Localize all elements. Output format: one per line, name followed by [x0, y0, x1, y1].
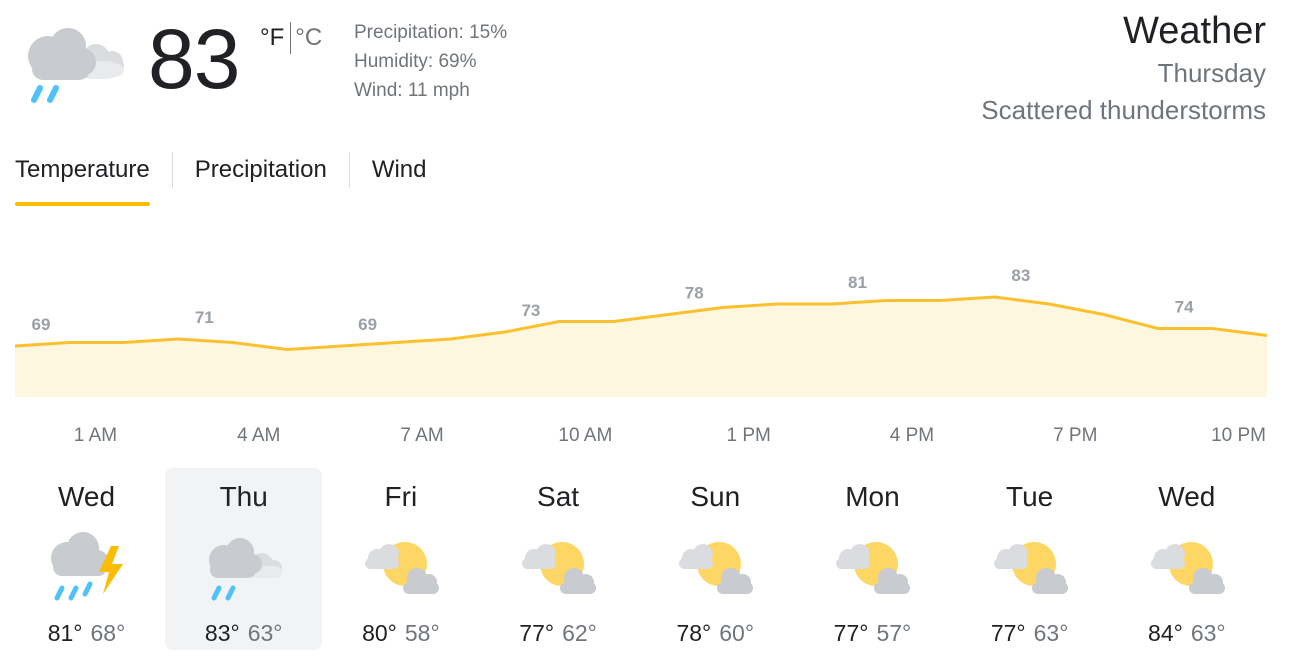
day-temps: 78° 60°	[637, 618, 794, 648]
data-label: 69	[32, 315, 51, 334]
x-tick-label: 10 PM	[1211, 425, 1266, 446]
x-tick-label: 1 AM	[74, 425, 117, 446]
tab-divider	[348, 152, 350, 188]
day-temps: 83° 63°	[165, 618, 322, 648]
weather-summary: Weather Thursday Scattered thunderstorms	[981, 8, 1266, 128]
weather-title: Weather	[1123, 10, 1266, 52]
forecast-day[interactable]: Sat 77° 62°	[480, 468, 637, 650]
high-temp: 77°	[990, 620, 1026, 646]
day-name: Wed	[1158, 481, 1216, 512]
forecast-day[interactable]: Sun 78° 60°	[637, 468, 794, 650]
day-temps: 80° 58°	[322, 618, 479, 648]
x-tick-label: 7 PM	[1053, 425, 1097, 446]
high-temp: 83°	[204, 620, 240, 646]
celsius-button[interactable]: °C	[295, 22, 322, 54]
tab-precipitation[interactable]: Precipitation	[195, 150, 327, 206]
high-temp: 78°	[676, 620, 712, 646]
low-temp: 63°	[247, 620, 283, 646]
day-temps: 77° 62°	[480, 618, 637, 648]
x-tick-label: 10 AM	[558, 425, 612, 446]
rain-cloud-icon	[28, 28, 124, 103]
tab-divider	[171, 152, 173, 188]
data-label: 69	[358, 315, 377, 334]
partly-cloudy-icon	[679, 542, 754, 594]
daily-forecast: Wed 81° 68° Thu 83° 63° Fri 80° 58° Sat …	[8, 468, 1284, 654]
day-name: Mon	[845, 481, 900, 512]
forecast-day[interactable]: Mon 77° 57°	[794, 468, 951, 650]
weather-day: Thursday	[1157, 58, 1266, 88]
high-temp: 77°	[833, 620, 869, 646]
forecast-day[interactable]: Fri 80° 58°	[322, 468, 479, 650]
partly-cloudy-icon	[364, 542, 439, 594]
rain-cloud-icon	[208, 538, 282, 601]
data-label: 78	[685, 284, 704, 303]
high-temp: 77°	[519, 620, 555, 646]
low-temp: 58°	[404, 620, 440, 646]
x-tick-label: 1 PM	[726, 425, 770, 446]
tab-wind[interactable]: Wind	[372, 150, 427, 206]
data-label: 73	[521, 301, 540, 320]
weather-header: 83 °F °C Precipitation: 15% Humidity: 69…	[0, 0, 1292, 140]
high-temp: 84°	[1148, 620, 1183, 646]
data-label: 74	[1175, 298, 1194, 317]
current-details: Precipitation: 15% Humidity: 69% Wind: 1…	[354, 18, 507, 105]
low-temp: 63°	[1033, 620, 1069, 646]
day-temps: 81° 68°	[8, 618, 165, 648]
forecast-day[interactable]: Tue 77° 63°	[951, 468, 1108, 650]
day-temps: 77° 63°	[951, 618, 1108, 648]
temperature-chart-svg: 69 71 69 73 78 81 83 74 1 AM 4 AM 7 AM 10 AM 1 PM 4 P…	[14, 266, 1268, 446]
high-temp: 80°	[362, 620, 397, 646]
day-temps: 77° 57°	[794, 618, 951, 648]
forecast-day[interactable]: Wed 84° 63°	[1108, 468, 1265, 650]
day-name: Thu	[219, 481, 268, 512]
current-temperature: 83	[148, 12, 240, 106]
wind-text: Wind: 11 mph	[354, 80, 470, 101]
day-name: Sat	[537, 481, 580, 512]
weather-condition: Scattered thunderstorms	[981, 95, 1266, 125]
forecast-day[interactable]: Thu 83° 63°	[165, 468, 323, 650]
data-label: 71	[195, 308, 214, 327]
partly-cloudy-icon	[836, 542, 911, 594]
humidity-text: Humidity: 69%	[354, 51, 477, 72]
partly-cloudy-icon	[993, 542, 1068, 594]
low-temp: 62°	[562, 620, 597, 646]
chart-tabs: Temperature Precipitation Wind	[15, 150, 427, 206]
x-tick-label: 7 AM	[400, 425, 443, 446]
data-label: 81	[848, 273, 867, 292]
day-name: Fri	[384, 481, 418, 512]
day-name: Wed	[57, 481, 116, 512]
unit-toggle: °F °C	[260, 22, 322, 54]
low-temp: 57°	[876, 620, 912, 646]
tab-temperature[interactable]: Temperature	[15, 150, 150, 206]
thunderstorm-icon	[50, 532, 123, 601]
low-temp: 60°	[719, 620, 755, 646]
fahrenheit-button[interactable]: °F	[260, 22, 288, 54]
partly-cloudy-icon	[1150, 542, 1225, 594]
temperature-chart: 69 71 69 73 78 81 83 74 1 AM 4 AM 7 AM 10 AM 1 PM 4 P…	[0, 240, 1292, 460]
day-name: Tue	[1006, 481, 1054, 512]
low-temp: 68°	[90, 620, 126, 646]
data-label: 83	[1011, 266, 1030, 285]
x-tick-label: 4 AM	[237, 425, 280, 446]
precipitation-text: Precipitation: 15%	[354, 22, 508, 43]
day-name: Sun	[690, 481, 741, 512]
low-temp: 63°	[1190, 620, 1226, 646]
unit-divider	[290, 22, 292, 54]
partly-cloudy-icon	[522, 542, 597, 594]
forecast-day[interactable]: Wed 81° 68°	[8, 468, 165, 650]
high-temp: 81°	[47, 620, 83, 646]
day-temps: 84° 63°	[1108, 618, 1265, 648]
x-tick-label: 4 PM	[890, 425, 934, 446]
